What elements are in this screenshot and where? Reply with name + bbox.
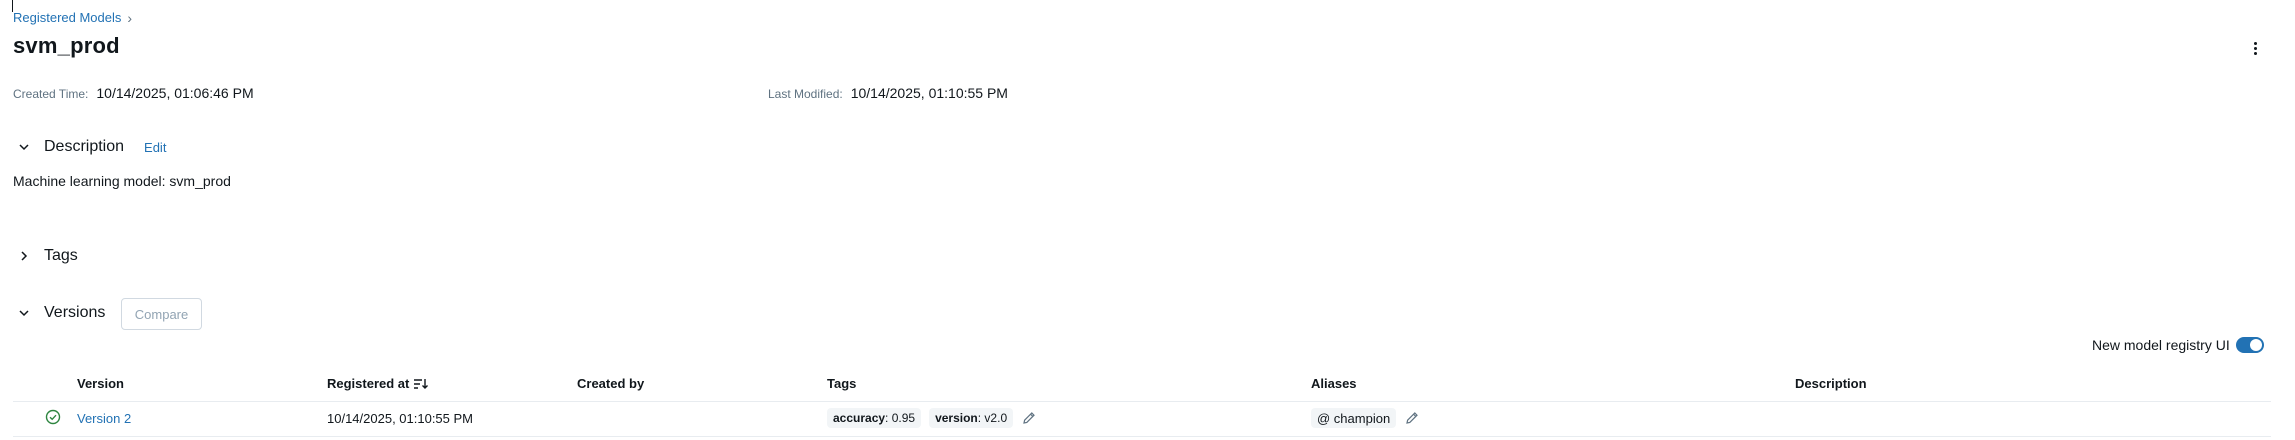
tag-key: accuracy — [833, 411, 886, 425]
chevron-right-icon — [21, 251, 28, 261]
aliases-cell: @ champion — [1311, 408, 1420, 428]
versions-section-toggle[interactable]: Versions — [18, 304, 105, 322]
page-title: svm_prod — [13, 33, 120, 58]
table-header-divider — [13, 401, 2271, 402]
edit-tags-pencil-icon[interactable] — [1021, 410, 1037, 426]
compare-button[interactable]: Compare — [121, 298, 202, 330]
column-header-registered-at[interactable]: Registered at — [327, 376, 429, 391]
versions-section-title: Versions — [44, 304, 106, 321]
last-modified-label: Last Modified: — [768, 87, 843, 101]
last-modified: Last Modified: 10/14/2025, 01:10:55 PM — [768, 85, 1008, 101]
sort-descending-icon — [414, 378, 429, 389]
edit-aliases-pencil-icon[interactable] — [1404, 410, 1420, 426]
description-section-title: Description — [44, 138, 125, 155]
column-header-created-by[interactable]: Created by — [577, 376, 644, 391]
column-header-description[interactable]: Description — [1795, 376, 1867, 391]
check-circle-icon — [45, 409, 61, 425]
column-header-aliases[interactable]: Aliases — [1311, 376, 1357, 391]
alias-chip: @ champion — [1311, 408, 1397, 428]
column-header-registered-at-label: Registered at — [327, 376, 410, 391]
more-options-icon[interactable] — [2248, 38, 2262, 58]
new-registry-ui-label: New model registry UI — [2092, 337, 2230, 353]
new-registry-ui-switch[interactable] — [2235, 337, 2264, 353]
table-row — [45, 409, 61, 430]
breadcrumb-registered-models-link[interactable]: Registered Models — [13, 10, 121, 25]
column-header-tags[interactable]: Tags — [827, 376, 856, 391]
tags-section-toggle[interactable]: Tags — [18, 247, 78, 265]
new-registry-ui-toggle: New model registry UI — [2092, 337, 2264, 353]
chevron-down-icon — [19, 144, 29, 151]
chevron-right-icon: › — [127, 9, 133, 26]
model-description: Machine learning model: svm_prod — [13, 173, 231, 189]
tag-value: : v2.0 — [977, 411, 1008, 425]
tag-chip: version: v2.0 — [929, 408, 1014, 428]
tag-key: version — [935, 411, 978, 425]
breadcrumb: Registered Models › — [13, 10, 132, 25]
created-time: Created Time: 10/14/2025, 01:06:46 PM — [13, 85, 254, 101]
table-row-divider — [13, 436, 2271, 437]
registered-at-value: 10/14/2025, 01:10:55 PM — [327, 411, 474, 426]
created-time-label: Created Time: — [13, 87, 89, 101]
tags-section-title: Tags — [44, 247, 78, 264]
version-link[interactable]: Version 2 — [77, 411, 131, 426]
chevron-down-icon — [19, 310, 29, 317]
description-section-toggle[interactable]: Description Edit — [18, 138, 166, 156]
tags-cell: accuracy: 0.95 version: v2.0 — [827, 408, 1037, 428]
last-modified-value: 10/14/2025, 01:10:55 PM — [850, 85, 1008, 101]
column-header-version[interactable]: Version — [77, 376, 124, 391]
created-time-value: 10/14/2025, 01:06:46 PM — [96, 85, 254, 101]
edit-description-link[interactable]: Edit — [144, 140, 166, 155]
tag-chip: accuracy: 0.95 — [827, 408, 922, 428]
tag-value: : 0.95 — [885, 411, 916, 425]
